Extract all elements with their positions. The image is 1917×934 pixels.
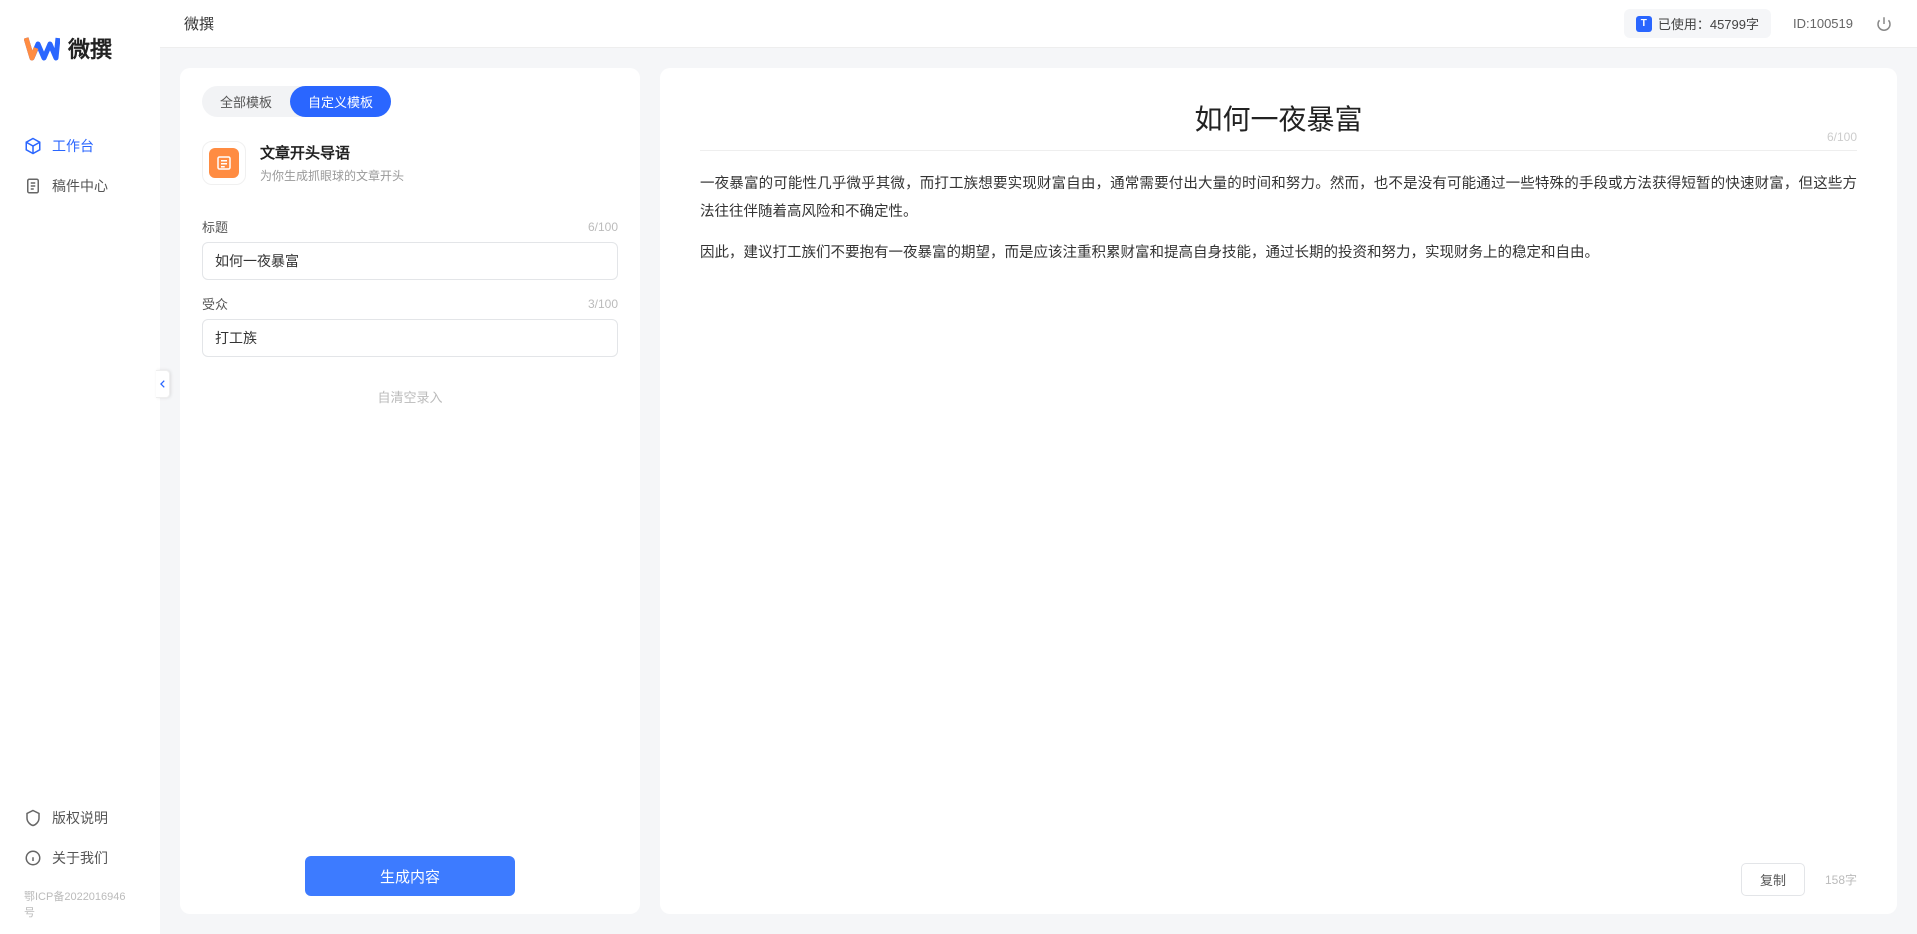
cube-icon [24,137,42,155]
field-count: 6/100 [588,220,618,234]
sidebar-item-drafts[interactable]: 稿件中心 [0,166,160,206]
shield-icon [24,809,42,827]
article-intro-icon [209,148,239,178]
sidebar-item-workspace[interactable]: 工作台 [0,126,160,166]
copy-button[interactable]: 复制 [1741,863,1805,896]
tab-custom-templates[interactable]: 自定义模板 [290,86,391,117]
result-title-count: 6/100 [1827,130,1857,144]
logo: 微撰 [0,30,160,126]
usage-text: 已使用：45799字 [1658,14,1759,33]
icp-text: 鄂ICP备2022016946号 [0,884,160,924]
footer-nav: 版权说明 关于我们 [0,798,160,884]
usage-badge[interactable]: T 已使用：45799字 [1624,9,1771,38]
main: 微撰 T 已使用：45799字 ID:100519 全部模板 自定义模板 [160,0,1917,934]
auto-clear-hint[interactable]: 自清空录入 [202,387,618,406]
tab-all-templates[interactable]: 全部模板 [202,86,290,117]
collapse-sidebar-button[interactable] [156,370,170,398]
doc-icon [24,177,42,195]
result-paragraph: 一夜暴富的可能性几乎微乎其微，而打工族想要实现财富自由，通常需要付出大量的时间和… [700,171,1857,226]
field-count: 3/100 [588,297,618,311]
content: 全部模板 自定义模板 文章开头导语 为你生成抓眼球的文章开头 [160,48,1917,934]
result-title: 如何一夜暴富 [700,98,1857,138]
input-panel: 全部模板 自定义模板 文章开头导语 为你生成抓眼球的文章开头 [180,68,640,914]
user-id: ID:100519 [1793,16,1853,31]
audience-input[interactable] [202,319,618,357]
logo-icon [24,30,60,66]
primary-nav: 工作台 稿件中心 [0,126,160,798]
result-body: 一夜暴富的可能性几乎微乎其微，而打工族想要实现财富自由，通常需要付出大量的时间和… [700,171,1857,282]
sidebar-item-label: 版权说明 [52,808,108,828]
sidebar-item-label: 关于我们 [52,848,108,868]
generate-button[interactable]: 生成内容 [305,856,515,896]
template-header: 文章开头导语 为你生成抓眼球的文章开头 [202,135,618,203]
field-title: 标题 6/100 [202,217,618,280]
output-panel: 如何一夜暴富 6/100 一夜暴富的可能性几乎微乎其微，而打工族想要实现财富自由… [660,68,1897,914]
sidebar-item-label: 工作台 [52,136,94,156]
logo-text: 微撰 [68,32,112,64]
sidebar-item-label: 稿件中心 [52,176,108,196]
result-title-row: 如何一夜暴富 6/100 [700,98,1857,151]
sidebar: 微撰 工作台 稿件中心 版权说明 [0,0,160,934]
sidebar-item-copyright[interactable]: 版权说明 [0,798,160,838]
result-footer: 复制 158字 [1741,863,1857,896]
template-icon [202,141,246,185]
sidebar-item-about[interactable]: 关于我们 [0,838,160,878]
topbar: 微撰 T 已使用：45799字 ID:100519 [160,0,1917,48]
page-title: 微撰 [184,13,214,34]
text-count-icon: T [1636,16,1652,32]
template-title: 文章开头导语 [260,142,404,163]
result-paragraph: 因此，建议打工族们不要抱有一夜暴富的期望，而是应该注重积累财富和提高自身技能，通… [700,240,1857,268]
template-info: 文章开头导语 为你生成抓眼球的文章开头 [260,142,404,184]
word-count: 158字 [1825,871,1857,888]
info-icon [24,849,42,867]
topbar-right: T 已使用：45799字 ID:100519 [1624,9,1893,38]
field-label: 受众 [202,294,228,313]
title-input[interactable] [202,242,618,280]
power-icon[interactable] [1875,15,1893,33]
template-desc: 为你生成抓眼球的文章开头 [260,167,404,184]
field-label: 标题 [202,217,228,236]
template-tabs: 全部模板 自定义模板 [202,86,391,117]
field-audience: 受众 3/100 [202,294,618,357]
chevron-left-icon [158,379,168,389]
